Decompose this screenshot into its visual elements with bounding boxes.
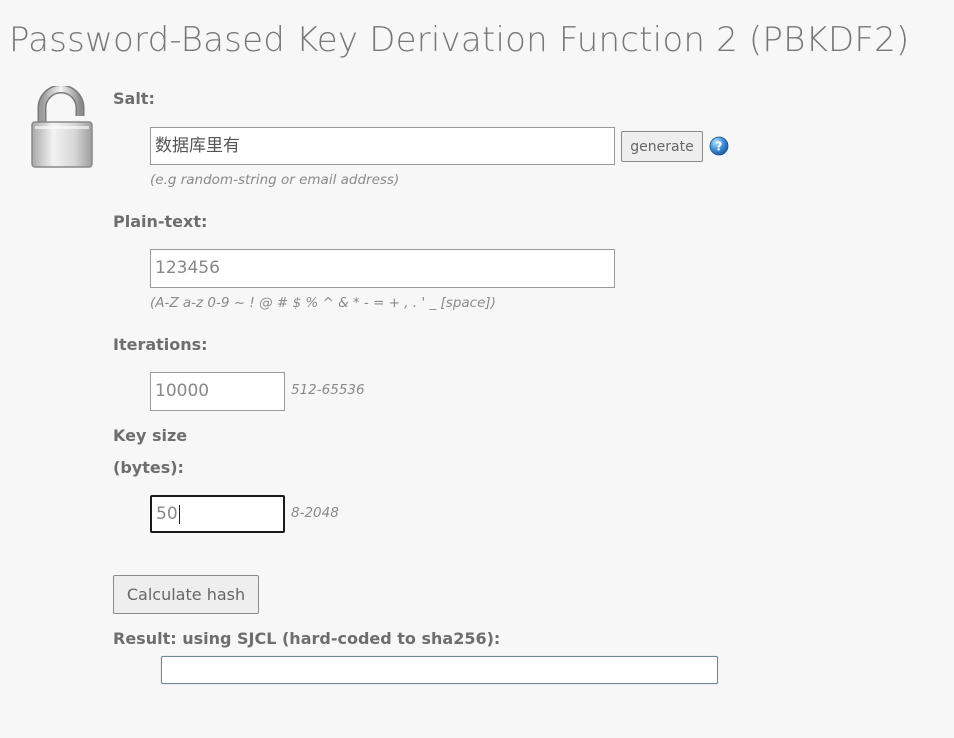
keysize-range-hint: 8-2048	[291, 505, 339, 521]
keysize-input-value: 50	[156, 503, 178, 524]
iterations-range-hint: 512-65536	[291, 382, 365, 398]
plaintext-hint: (A-Z a-z 0-9 ~ ! @ # $ % ^ & * - = + , .…	[150, 295, 496, 311]
help-icon[interactable]: ?	[709, 136, 729, 156]
iterations-input[interactable]: 10000	[150, 372, 285, 411]
keysize-label-line1: Key size	[113, 426, 188, 445]
iterations-input-value: 10000	[155, 381, 210, 401]
iterations-label: Iterations:	[113, 335, 208, 354]
page-title: Password-Based Key Derivation Function 2…	[9, 20, 910, 60]
salt-input[interactable]: 数据库里有	[150, 127, 615, 165]
salt-label: Salt:	[113, 89, 155, 108]
result-label: Result: using SJCL (hard-coded to sha256…	[113, 629, 501, 648]
salt-input-value: 数据库里有	[155, 135, 240, 156]
keysize-label-line2: (bytes):	[113, 458, 184, 477]
calculate-hash-button[interactable]: Calculate hash	[113, 575, 259, 614]
generate-button[interactable]: generate	[621, 131, 703, 162]
svg-text:?: ?	[716, 140, 723, 154]
plaintext-input[interactable]: 123456	[150, 249, 615, 288]
padlock-icon	[31, 86, 93, 168]
plaintext-input-value: 123456	[155, 258, 220, 278]
plaintext-label: Plain-text:	[113, 212, 208, 231]
keysize-input[interactable]: 50	[150, 495, 285, 533]
text-caret	[178, 504, 180, 524]
result-output[interactable]	[161, 656, 718, 684]
salt-hint: (e.g random-string or email address)	[150, 172, 400, 188]
